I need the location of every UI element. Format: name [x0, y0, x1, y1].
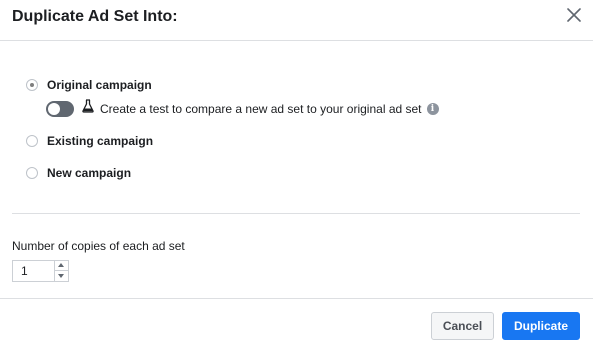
dialog-title: Duplicate Ad Set Into:: [12, 8, 178, 25]
radio-option-new-campaign[interactable]: New campaign: [26, 166, 131, 180]
dialog-header: Duplicate Ad Set Into:: [0, 0, 593, 41]
create-test-label: Create a test to compare a new ad set to…: [100, 101, 422, 116]
copies-input[interactable]: [13, 261, 55, 281]
cancel-button[interactable]: Cancel: [431, 312, 494, 340]
option-label-original-campaign: Original campaign: [47, 78, 152, 92]
radio-button-new-campaign[interactable]: [26, 167, 38, 179]
toggle-knob: [48, 102, 60, 115]
close-icon[interactable]: [567, 8, 581, 22]
footer-divider: [0, 298, 593, 299]
option-label-existing-campaign: Existing campaign: [47, 134, 154, 148]
stepper-decrement-button[interactable]: [54, 271, 68, 281]
stepper-increment-button[interactable]: [54, 261, 68, 271]
radio-option-original-campaign[interactable]: Original campaign: [26, 78, 152, 92]
radio-button-original-campaign[interactable]: [26, 79, 38, 91]
copies-stepper: [12, 260, 69, 282]
section-divider: [12, 213, 580, 214]
option-label-new-campaign: New campaign: [47, 166, 132, 180]
chevron-down-icon: [58, 274, 64, 278]
duplicate-button[interactable]: Duplicate: [502, 312, 580, 340]
create-test-toggle[interactable]: [46, 100, 74, 117]
info-icon[interactable]: i: [426, 102, 439, 115]
radio-button-existing-campaign[interactable]: [26, 135, 38, 147]
create-test-row: Create a test to compare a new ad set to…: [46, 99, 439, 118]
copies-label: Number of copies of each ad set: [12, 239, 185, 253]
radio-option-existing-campaign[interactable]: Existing campaign: [26, 134, 153, 148]
flask-icon: [82, 99, 94, 118]
chevron-up-icon: [58, 263, 64, 267]
duplicate-ad-set-dialog: Duplicate Ad Set Into: Original campaign…: [0, 0, 593, 347]
